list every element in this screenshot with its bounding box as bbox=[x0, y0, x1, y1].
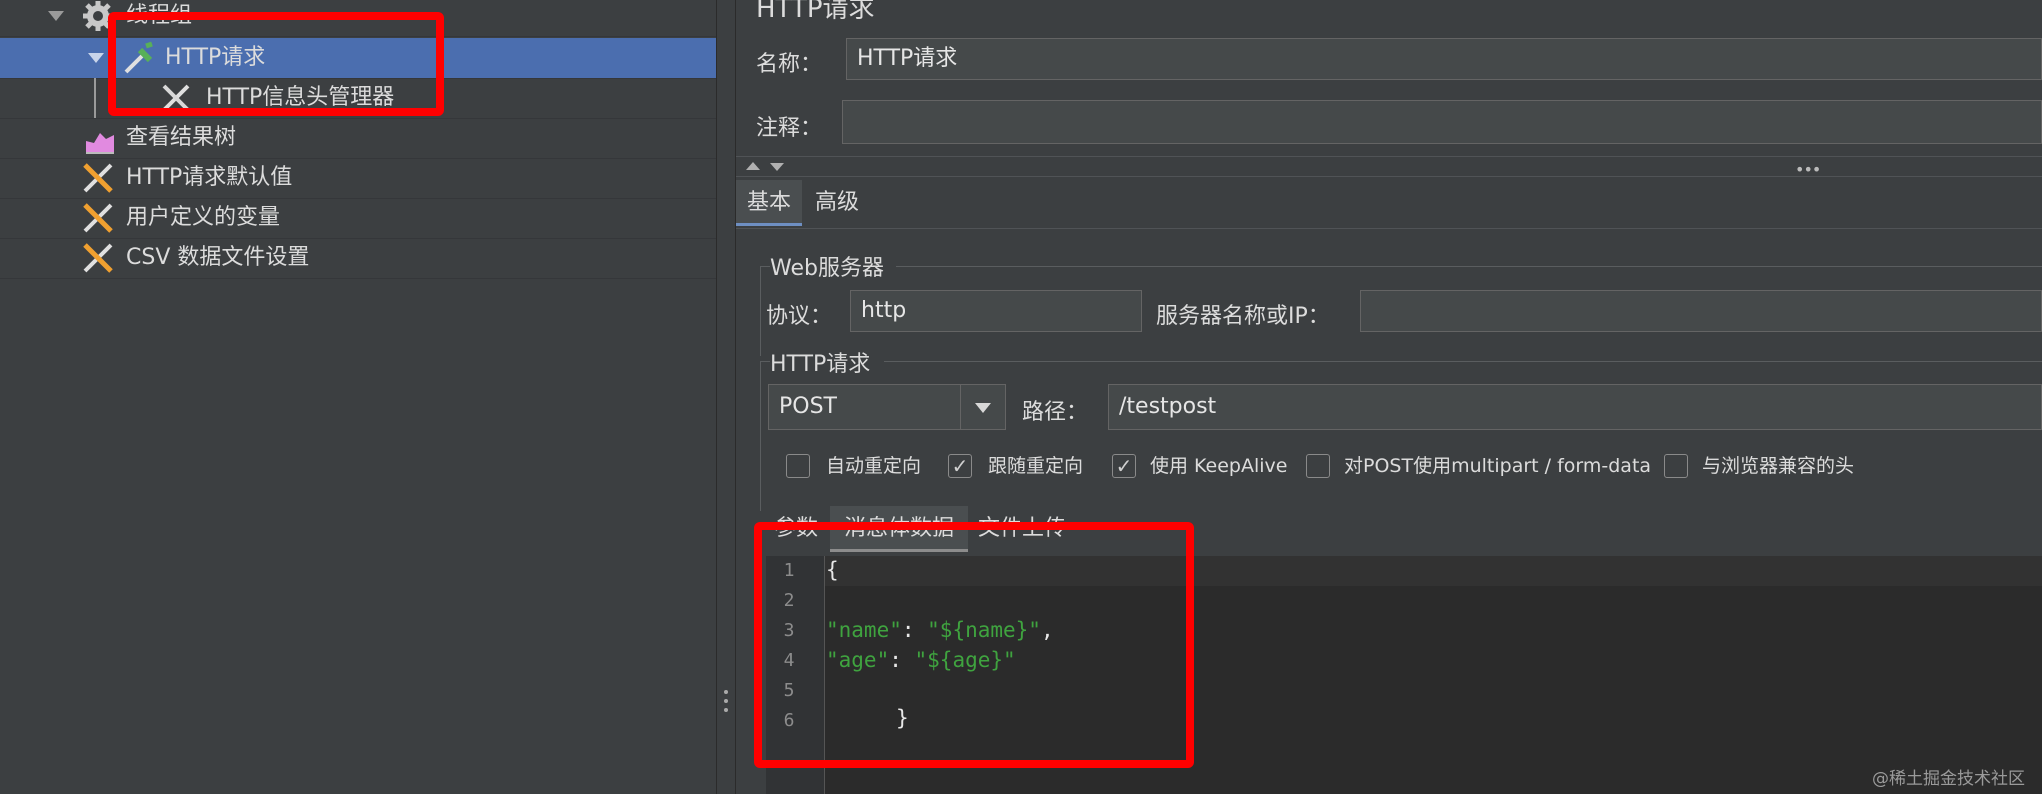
tree-item-view-results-tree[interactable]: 查看结果树 bbox=[0, 118, 716, 159]
section-border bbox=[760, 266, 770, 267]
browser-headers-label: 与浏览器兼容的头 bbox=[1702, 455, 1855, 477]
splitter-dot bbox=[724, 699, 728, 703]
auto-redirect-checkbox[interactable] bbox=[786, 454, 810, 478]
tools-icon bbox=[83, 163, 113, 193]
follow-redirects-checkbox[interactable]: ✓ bbox=[948, 454, 972, 478]
method-value: POST bbox=[779, 394, 837, 419]
auto-redirect-label: 自动重定向 bbox=[826, 455, 922, 477]
tree-item-csv-data-set[interactable]: CSV 数据文件设置 bbox=[0, 238, 716, 279]
protocol-label: 协议： bbox=[766, 304, 833, 329]
multipart-checkbox[interactable] bbox=[1306, 454, 1330, 478]
server-label: 服务器名称或IP： bbox=[1156, 304, 1330, 329]
test-plan-tree: 线程组 HTTP请求 HTTP信息头管理器 查看结果树 HTTP请求默认值 用户… bbox=[0, 0, 716, 794]
keepalive-label: 使用 KeepAlive bbox=[1150, 455, 1288, 477]
tree-item-label: HTTP请求默认值 bbox=[126, 165, 293, 190]
section-border bbox=[884, 361, 2042, 362]
highlight-box-body-data bbox=[754, 522, 1194, 768]
tree-item-label: 用户定义的变量 bbox=[126, 205, 281, 230]
comment-label: 注释： bbox=[756, 116, 823, 141]
server-input[interactable] bbox=[1360, 290, 2042, 332]
comment-input[interactable] bbox=[842, 100, 2042, 144]
expand-triangle-icon[interactable] bbox=[88, 53, 104, 63]
watermark: @稀土掘金技术社区 bbox=[1872, 769, 2025, 789]
multipart-label: 对POST使用multipart / form-data bbox=[1344, 455, 1652, 477]
tree-item-label: CSV 数据文件设置 bbox=[126, 245, 310, 270]
panel-title: HTTP请求 bbox=[756, 0, 875, 24]
name-input[interactable]: HTTP请求 bbox=[846, 38, 2042, 80]
section-border bbox=[896, 266, 2042, 267]
chevron-down-icon[interactable] bbox=[975, 403, 991, 413]
divider bbox=[736, 228, 2042, 229]
collapse-down-icon[interactable] bbox=[770, 163, 784, 171]
select-divider bbox=[960, 385, 961, 429]
path-label: 路径： bbox=[1022, 400, 1089, 425]
method-select[interactable]: POST bbox=[768, 384, 1006, 430]
browser-headers-checkbox[interactable] bbox=[1664, 454, 1688, 478]
tree-connector-line bbox=[94, 78, 96, 118]
pane-splitter[interactable] bbox=[716, 0, 736, 794]
follow-redirects-label: 跟随重定向 bbox=[988, 455, 1084, 477]
expand-triangle-icon[interactable] bbox=[48, 11, 64, 21]
web-server-title: Web服务器 bbox=[770, 256, 884, 281]
highlight-box-http-request bbox=[108, 12, 444, 116]
tab-advanced[interactable]: 高级 bbox=[804, 180, 870, 226]
chart-icon bbox=[86, 133, 114, 154]
collapse-up-icon[interactable] bbox=[746, 162, 760, 170]
section-border bbox=[760, 361, 761, 511]
splitter-dot bbox=[724, 690, 728, 694]
tools-icon bbox=[83, 203, 113, 233]
name-label: 名称： bbox=[756, 52, 823, 77]
path-input[interactable]: /testpost bbox=[1108, 384, 2042, 430]
tools-icon bbox=[83, 243, 113, 273]
divider bbox=[736, 176, 2042, 177]
tab-basic[interactable]: 基本 bbox=[736, 180, 802, 226]
tree-item-user-variables[interactable]: 用户定义的变量 bbox=[0, 198, 716, 239]
section-border bbox=[760, 361, 770, 362]
section-border bbox=[760, 266, 761, 356]
keepalive-checkbox[interactable]: ✓ bbox=[1112, 454, 1136, 478]
tree-item-http-defaults[interactable]: HTTP请求默认值 bbox=[0, 158, 716, 199]
tree-item-label: 查看结果树 bbox=[126, 125, 237, 150]
divider bbox=[736, 156, 2042, 157]
http-request-title: HTTP请求 bbox=[770, 352, 871, 377]
splitter-dot bbox=[724, 708, 728, 712]
protocol-input[interactable]: http bbox=[850, 290, 1142, 332]
